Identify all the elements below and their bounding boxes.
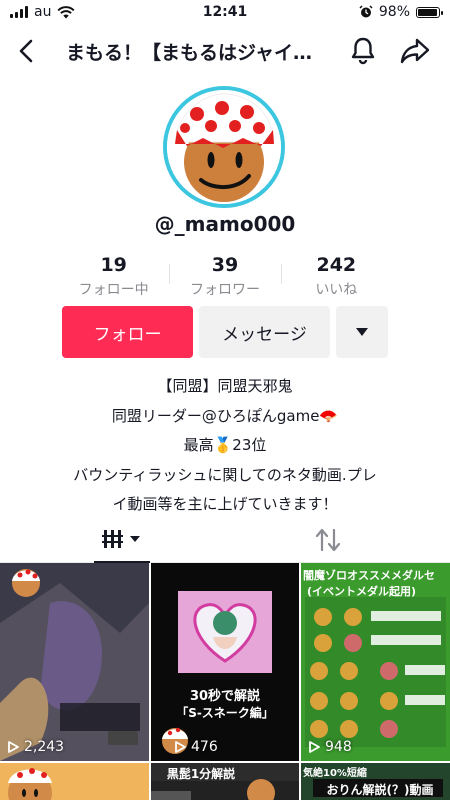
video-caption: 「S-スネーク編」	[176, 706, 274, 720]
bio: 【同盟】同盟天邪鬼 同盟リーダー@ひろぽんgame🪭 最高🥇23位 バウンティラ…	[30, 372, 420, 520]
nav-bar: まもる！【まもるはジャイ…	[0, 26, 450, 76]
play-count-value: 476	[191, 739, 218, 755]
battery-icon	[416, 6, 443, 18]
stat-value: 242	[316, 254, 357, 276]
stat-label: いいね	[315, 282, 358, 298]
stat-value: 39	[211, 254, 239, 276]
video-tile[interactable]: 気絶10%短縮 おりん解説(？)動画	[301, 763, 450, 800]
play-count-value: 948	[325, 739, 352, 755]
video-caption: 闇魔ゾロオススメメダルセ	[303, 569, 435, 582]
tab-videos[interactable]	[94, 516, 150, 562]
stat-likes[interactable]: 242 いいね	[280, 254, 392, 298]
page-title: まもる！【まもるはジャイ…	[66, 42, 313, 64]
bio-line: 同盟リーダー@ひろぽんgame🪭	[111, 406, 339, 425]
stat-label: フォロワー	[189, 282, 260, 298]
video-grid: 2,243 30秒で解説 「S-スネーク編」 476 闇魔ゾロオススメメダルセ …	[0, 563, 450, 800]
video-tile[interactable]	[0, 763, 149, 800]
play-count: 948	[307, 739, 352, 755]
play-icon	[175, 741, 186, 753]
profile-actions: フォロー メッセージ	[62, 306, 388, 358]
status-bar: au 12:41 98%	[0, 0, 450, 26]
bio-line: 最高🥇23位	[183, 436, 267, 454]
battery-percent: 98%	[378, 4, 410, 20]
username: @_mamo000	[154, 212, 296, 236]
profile-stats: 19 フォロー中 39 フォロワー 242 いいね	[58, 254, 392, 298]
follow-button[interactable]: フォロー	[62, 306, 193, 358]
play-count: 476	[173, 739, 218, 755]
stat-followers[interactable]: 39 フォロワー	[169, 254, 280, 298]
video-caption: 30秒で解説	[189, 689, 261, 704]
share-icon[interactable]	[398, 34, 432, 66]
play-icon	[309, 741, 320, 753]
bio-line: 【同盟】同盟天邪鬼	[157, 377, 293, 395]
video-tile[interactable]: 30秒で解説 「S-スネーク編」 476	[151, 563, 299, 761]
alarm-icon	[359, 5, 373, 18]
video-caption: おりん解説(？)動画	[326, 783, 434, 797]
video-caption: 気絶10%短縮	[303, 768, 367, 779]
play-count: 2,243	[6, 739, 64, 755]
video-tile[interactable]: 闇魔ゾロオススメメダルセ (イベントメダル起用) 948	[301, 563, 450, 761]
repost-icon	[315, 528, 341, 552]
message-button[interactable]: メッセージ	[199, 306, 330, 358]
back-arrow-icon[interactable]	[12, 36, 42, 66]
more-options-button[interactable]	[336, 306, 388, 358]
avatar-image	[167, 90, 281, 204]
video-thumbnail	[0, 563, 149, 761]
caret-down-icon	[356, 328, 368, 336]
avatar[interactable]	[163, 86, 285, 208]
play-icon	[8, 741, 19, 753]
stat-following[interactable]: 19 フォロー中	[58, 254, 169, 298]
stat-label: フォロー中	[78, 282, 149, 298]
content-tabs	[0, 516, 450, 563]
video-caption: 黒髭1分解説	[166, 767, 236, 781]
bell-icon[interactable]	[347, 34, 379, 66]
video-tile[interactable]: 2,243	[0, 563, 149, 761]
video-tile[interactable]: 黒髭1分解説	[151, 763, 299, 800]
play-count-value: 2,243	[24, 739, 65, 755]
video-caption: (イベントメダル起用)	[307, 585, 417, 598]
video-thumbnail	[0, 763, 149, 800]
status-right: 98%	[359, 4, 443, 20]
bio-line: バウンティラッシュに関してのネタ動画.プレ	[73, 465, 377, 484]
stat-value: 19	[100, 254, 127, 276]
tab-reposts[interactable]	[314, 526, 342, 554]
video-grid-icon	[102, 530, 140, 548]
video-thumbnail	[151, 563, 299, 761]
